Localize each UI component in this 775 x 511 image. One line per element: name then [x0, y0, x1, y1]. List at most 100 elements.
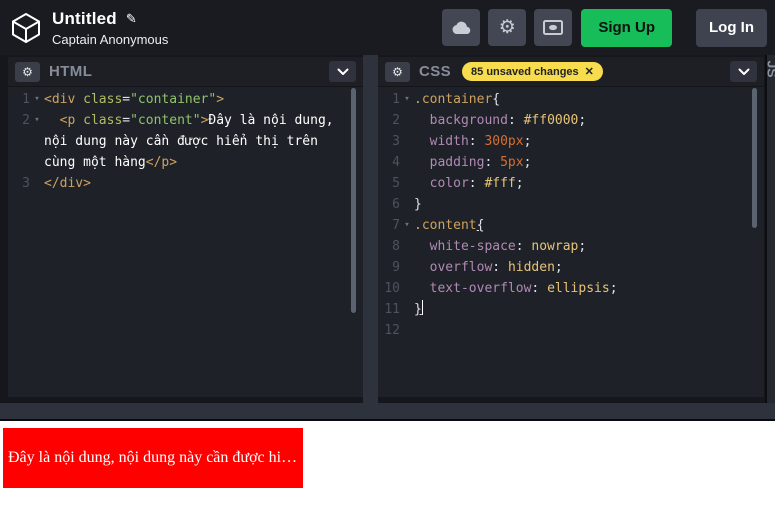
code-token: ;: [578, 113, 586, 128]
code-line[interactable]: 4 padding: 5px;: [378, 152, 764, 173]
badge-close-icon[interactable]: ✕: [585, 65, 594, 78]
code-token: [414, 176, 430, 191]
code-token: .content: [414, 218, 477, 233]
html-panel-title: HTML: [49, 63, 92, 80]
html-scrollbar[interactable]: [351, 88, 356, 313]
code-token: background: [430, 113, 508, 128]
fold-arrow-icon[interactable]: ▾: [400, 215, 414, 236]
code-token: :: [469, 134, 485, 149]
code-line[interactable]: 1▾<div class="container">: [8, 89, 363, 110]
code-token: .container: [414, 92, 492, 107]
login-button[interactable]: Log In: [696, 9, 767, 47]
line-number[interactable]: 2: [378, 110, 400, 131]
cloud-save-button[interactable]: [442, 9, 480, 46]
code-line[interactable]: 9 overflow: hidden;: [378, 257, 764, 278]
code-token: ;: [524, 155, 532, 170]
line-number[interactable]: 2: [8, 110, 30, 173]
code-token: [414, 281, 430, 296]
line-number[interactable]: 6: [378, 194, 400, 215]
code-line[interactable]: 5 color: #fff;: [378, 173, 764, 194]
html-editor-panel: ⚙ HTML 1▾<div class="container">2▾ <p cl…: [8, 57, 363, 397]
code-token: [414, 155, 430, 170]
code-line[interactable]: 10 text-overflow: ellipsis;: [378, 278, 764, 299]
view-layout-icon: [543, 20, 563, 35]
unsaved-changes-badge[interactable]: 85 unsaved changes ✕: [462, 62, 603, 81]
code-token: class: [83, 113, 122, 128]
code-line[interactable]: 2 background: #ff0000;: [378, 110, 764, 131]
html-code-editor[interactable]: 1▾<div class="container">2▾ <p class="co…: [8, 87, 363, 194]
css-settings-button[interactable]: ⚙: [385, 62, 410, 82]
gear-icon: ⚙: [499, 18, 516, 37]
text-cursor: [422, 300, 423, 315]
line-number[interactable]: 9: [378, 257, 400, 278]
code-token: color: [430, 176, 469, 191]
code-token: #fff: [484, 176, 515, 191]
codepen-logo-icon[interactable]: [10, 12, 42, 44]
code-token: }: [414, 197, 422, 212]
code-token: ;: [516, 176, 524, 191]
code-text: width: 300px;: [414, 131, 764, 152]
fold-gutter: [400, 320, 414, 341]
css-code-editor[interactable]: 1▾.container{2 background: #ff0000;3 wid…: [378, 87, 764, 341]
editor-area: ⚙ HTML 1▾<div class="container">2▾ <p cl…: [0, 55, 775, 403]
code-token: white-space: [430, 239, 516, 254]
line-number[interactable]: 3: [378, 131, 400, 152]
fold-arrow-icon[interactable]: ▾: [30, 89, 44, 110]
signup-button[interactable]: Sign Up: [581, 9, 672, 47]
chevron-down-icon: [738, 68, 750, 76]
css-panel-header: ⚙ CSS 85 unsaved changes ✕: [378, 57, 764, 87]
code-token: :: [484, 155, 500, 170]
code-line[interactable]: 3 width: 300px;: [378, 131, 764, 152]
code-text: </div>: [44, 173, 363, 194]
code-line[interactable]: 7▾.content{: [378, 215, 764, 236]
settings-button[interactable]: ⚙: [488, 9, 526, 46]
editor-footer-bar[interactable]: [0, 403, 775, 419]
chevron-down-icon: [337, 68, 349, 76]
code-token: [414, 113, 430, 128]
change-view-button[interactable]: [534, 9, 572, 46]
code-text: overflow: hidden;: [414, 257, 764, 278]
css-scrollbar[interactable]: [752, 88, 757, 228]
line-number[interactable]: 3: [8, 173, 30, 194]
line-number[interactable]: 1: [378, 89, 400, 110]
code-line[interactable]: 11}: [378, 299, 764, 320]
preview-container-box: Đây là nội dung, nội dung này cần được h…: [3, 428, 303, 488]
code-text: padding: 5px;: [414, 152, 764, 173]
code-token: #ff0000: [524, 113, 579, 128]
panel-resizer[interactable]: [363, 55, 378, 403]
code-token: ;: [555, 260, 563, 275]
js-editor-panel-collapsed[interactable]: JS: [765, 55, 775, 403]
line-number[interactable]: 1: [8, 89, 30, 110]
code-line[interactable]: 6}: [378, 194, 764, 215]
js-panel-title: JS: [765, 60, 775, 77]
code-text: .content{: [414, 215, 764, 236]
code-token: </p>: [146, 155, 177, 170]
html-settings-button[interactable]: ⚙: [15, 62, 40, 82]
code-token: {: [492, 92, 500, 107]
fold-arrow-icon[interactable]: ▾: [400, 89, 414, 110]
code-text: color: #fff;: [414, 173, 764, 194]
line-number[interactable]: 12: [378, 320, 400, 341]
fold-gutter: [400, 194, 414, 215]
code-token: overflow: [430, 260, 493, 275]
code-line[interactable]: 2▾ <p class="content">Đây là nội dung, n…: [8, 110, 363, 173]
edit-title-pencil-icon[interactable]: ✎: [126, 11, 137, 27]
line-number[interactable]: 5: [378, 173, 400, 194]
line-number[interactable]: 7: [378, 215, 400, 236]
fold-arrow-icon[interactable]: ▾: [30, 110, 44, 173]
line-number[interactable]: 10: [378, 278, 400, 299]
unsaved-changes-text: 85 unsaved changes: [471, 66, 579, 78]
css-collapse-button[interactable]: [730, 61, 757, 82]
line-number[interactable]: 11: [378, 299, 400, 320]
code-line[interactable]: 8 white-space: nowrap;: [378, 236, 764, 257]
code-token: 300px: [484, 134, 523, 149]
code-line[interactable]: 12: [378, 320, 764, 341]
code-line[interactable]: 3 </div>: [8, 173, 363, 194]
code-token: :: [492, 260, 508, 275]
code-token: [414, 134, 430, 149]
line-number[interactable]: 4: [378, 152, 400, 173]
html-collapse-button[interactable]: [329, 61, 356, 82]
line-number[interactable]: 8: [378, 236, 400, 257]
code-line[interactable]: 1▾.container{: [378, 89, 764, 110]
code-token: "content": [130, 113, 200, 128]
